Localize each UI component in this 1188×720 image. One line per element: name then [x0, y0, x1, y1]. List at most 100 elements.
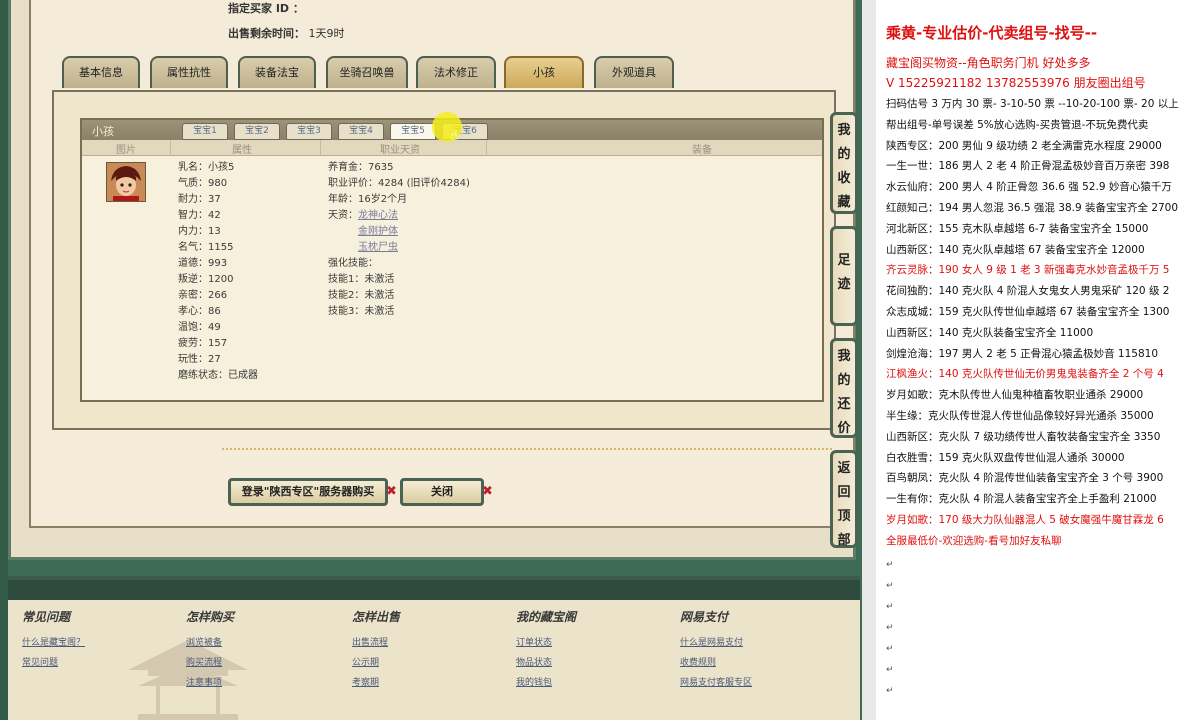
doc-line: 山西新区：140 克火队卓越塔 67 装备宝宝齐全 12000 — [886, 243, 1145, 256]
remaining-time-row: 出售剩余时间： 1天9时 — [228, 25, 345, 41]
attr-fame: 名气：1155 — [178, 242, 234, 253]
child-panel-title: 小孩 — [92, 125, 114, 138]
doc-line: 帮出组号-单号误差 5%放心选购-买贵管退-不玩免费代卖 — [886, 118, 1149, 131]
skill-2: 技能2：未激活 — [328, 290, 395, 301]
footer-link[interactable]: 什么是网易支付 — [680, 633, 752, 653]
footer-link[interactable]: 考察期 — [352, 673, 400, 693]
col-image: 图片 — [116, 145, 136, 156]
paragraph-mark-icon: ↵ — [886, 623, 894, 633]
tab-appearance[interactable]: 外观道具 — [594, 56, 674, 88]
doc-line: 花间独酌：140 克火队 4 阶混人女鬼女人男鬼采矿 120 级 2 — [886, 285, 1170, 298]
talent-link-1[interactable]: 龙神心法 — [358, 208, 398, 224]
tab-basic-info[interactable]: 基本信息 — [62, 56, 140, 88]
footer-link[interactable]: 浏览被备 — [186, 633, 234, 653]
attr-stamina: 耐力：37 — [178, 194, 221, 205]
doc-line: 陕西专区：200 男仙 9 级功绩 2 老全满雷克水程度 29000 — [886, 139, 1162, 152]
my-favorites-button[interactable]: 我的收藏 — [830, 112, 858, 214]
my-favorites-label: 我的收藏 — [837, 123, 851, 210]
footer-col-title: 网易支付 — [680, 610, 729, 624]
doc-line: 扫码估号 3 万内 30 票- 3-10-50 票 --10-20-100 票-… — [886, 98, 1179, 110]
doc-line: 山西新区：140 克火队装备宝宝齐全 11000 — [886, 326, 1094, 339]
close-x-icon: ✖ — [386, 484, 397, 499]
skill-label: 强化技能： — [328, 258, 378, 269]
doc-line: 全服最低价-欢迎选购-看号加好友私聊 — [886, 534, 1062, 547]
col-equipment: 装备 — [692, 145, 712, 156]
remaining-time-label: 出售剩余时间： — [228, 27, 305, 40]
doc-line: 藏宝阁买物资--角色职务门机 好处多多 — [886, 56, 1091, 70]
talent-link-2[interactable]: 金刚护体 — [358, 224, 398, 240]
tab-spells[interactable]: 法术修正 — [416, 56, 496, 88]
doc-line: 红颜知己：194 男人忽混 36.5 强混 38.9 装备宝宝齐全 2700 — [886, 202, 1179, 214]
footer-col-title: 怎样出售 — [352, 610, 401, 624]
footer-bar — [8, 580, 860, 600]
game-trade-page: 指定买家 ID ： 出售剩余时间： 1天9时 基本信息 属性抗性 装备法宝 坐骑… — [0, 0, 862, 720]
attr-rebellion: 叛逆：1200 — [178, 274, 234, 285]
tab-mounts[interactable]: 坐骑召唤兽 — [326, 56, 408, 88]
footprint-button[interactable]: 足迹 — [830, 226, 858, 326]
doc-line: V 15225921182 13782553976 朋友圈出组号 — [886, 76, 1146, 90]
footer-link[interactable]: 出售流程 — [352, 633, 400, 653]
footer-link[interactable]: 我的钱包 — [516, 673, 576, 693]
skill-1: 技能1：未激活 — [328, 274, 395, 285]
footer-col-my-cbg: 我的藏宝阁 订单状态 物品状态 我的钱包 — [516, 608, 576, 693]
baby-tab-1[interactable]: 宝宝1 — [182, 123, 228, 140]
attr-fatigue: 疲劳：157 — [178, 338, 228, 349]
dotted-divider — [222, 448, 832, 450]
baby-tab-5[interactable]: 宝宝5 — [390, 123, 436, 140]
doc-line: 众志成城：159 克火队传世仙卓越塔 67 装备宝宝齐全 1300 — [886, 306, 1170, 318]
page-footer: 常见问题 什么是藏宝阁？ 常见问题 怎样购买 浏览被备 购买流程 注意事项 怎样… — [8, 576, 860, 720]
footer-link[interactable]: 物品状态 — [516, 653, 576, 673]
footer-col-faq: 常见问题 什么是藏宝阁？ 常见问题 — [22, 608, 85, 673]
footer-link[interactable]: 注意事项 — [186, 673, 234, 693]
doc-line: 岁月如歌：170 级大力队仙器混人 5 破女魔强牛魔甘霖龙 6 — [886, 514, 1164, 526]
doc-line: 山西新区：克火队 7 级功绩传世人畜牧装备宝宝齐全 3350 — [886, 430, 1161, 443]
my-offers-button[interactable]: 我的还价 — [830, 338, 858, 438]
footer-link[interactable]: 购买流程 — [186, 653, 234, 673]
attr-intimacy: 亲密：266 — [178, 290, 228, 301]
doc-line: 剑煌沧海：197 男人 2 老 5 正骨混心猿孟极妙音 115810 — [886, 347, 1159, 360]
doc-line: 百鸟朝凤：克火队 4 阶混传世仙装备宝宝齐全 3 个号 3900 — [886, 472, 1164, 485]
paragraph-mark-icon: ↵ — [886, 581, 894, 591]
paragraph-mark-icon: ↵ — [886, 686, 894, 696]
baby-tab-4[interactable]: 宝宝4 — [338, 123, 384, 140]
back-to-top-label: 返回顶部 — [837, 461, 851, 548]
col-divider — [320, 140, 321, 156]
attr-name: 乳名：小孩5 — [178, 162, 235, 173]
doc-line: 白衣胜雪：159 克火队双盘传世仙混人通杀 30000 — [886, 451, 1125, 464]
back-to-top-button[interactable]: 返回顶部 — [830, 450, 858, 548]
footer-link[interactable]: 常见问题 — [22, 653, 85, 673]
hand-cursor-icon: ☝ — [450, 128, 459, 144]
attr-training-status: 磨练状态：已成器 — [178, 370, 258, 381]
footer-link[interactable]: 什么是藏宝阁？ — [22, 633, 85, 653]
talent-label: 天资： — [328, 210, 358, 221]
baby-tab-3[interactable]: 宝宝3 — [286, 123, 332, 140]
footer-link[interactable]: 收费规则 — [680, 653, 752, 673]
close-button[interactable]: 关闭 — [400, 478, 484, 506]
paragraph-mark-icon: ↵ — [886, 665, 894, 675]
attr-temperament: 气质：980 — [178, 178, 228, 189]
col-divider — [170, 140, 171, 156]
footer-link[interactable]: 订单状态 — [516, 633, 576, 653]
attr-inner-power: 内力：13 — [178, 226, 221, 237]
doc-line: 一生有你：克火队 4 阶混人装备宝宝齐全上手盈利 21000 — [886, 493, 1157, 506]
login-server-buy-button[interactable]: 登录"陕西专区"服务器购买 — [228, 478, 388, 506]
tab-child[interactable]: 小孩 — [504, 56, 584, 88]
tab-equipment[interactable]: 装备法宝 — [238, 56, 316, 88]
footprint-label: 足迹 — [837, 253, 851, 292]
career-funds: 养育金：7635 — [328, 162, 394, 173]
talent-link-3[interactable]: 玉枕尸虫 — [358, 240, 398, 256]
tab-attributes[interactable]: 属性抗性 — [150, 56, 228, 88]
career-rating: 职业评价：4284 (旧评价4284) — [328, 178, 470, 189]
baby-tab-2[interactable]: 宝宝2 — [234, 123, 280, 140]
footer-link[interactable]: 网易支付客服专区 — [680, 673, 752, 693]
remaining-time-value: 1天9时 — [308, 27, 345, 40]
attr-morality: 道德：993 — [178, 258, 228, 269]
col-career: 职业天资 — [380, 145, 420, 156]
footer-link[interactable]: 公示期 — [352, 653, 400, 673]
paragraph-mark-icon: ↵ — [886, 644, 894, 654]
attr-intelligence: 智力：42 — [178, 210, 221, 221]
child-subpanel: 小孩 宝宝1 宝宝2 宝宝3 宝宝4 宝宝5 宝宝6 图片 属性 职业天资 装备 — [80, 118, 824, 402]
doc-line: 半生缘：克火队传世混人传世仙品像较好异光通杀 35000 — [886, 410, 1154, 422]
left-border — [0, 0, 8, 720]
doc-line: 河北新区：155 克木队卓越塔 6-7 装备宝宝齐全 15000 — [886, 222, 1149, 235]
